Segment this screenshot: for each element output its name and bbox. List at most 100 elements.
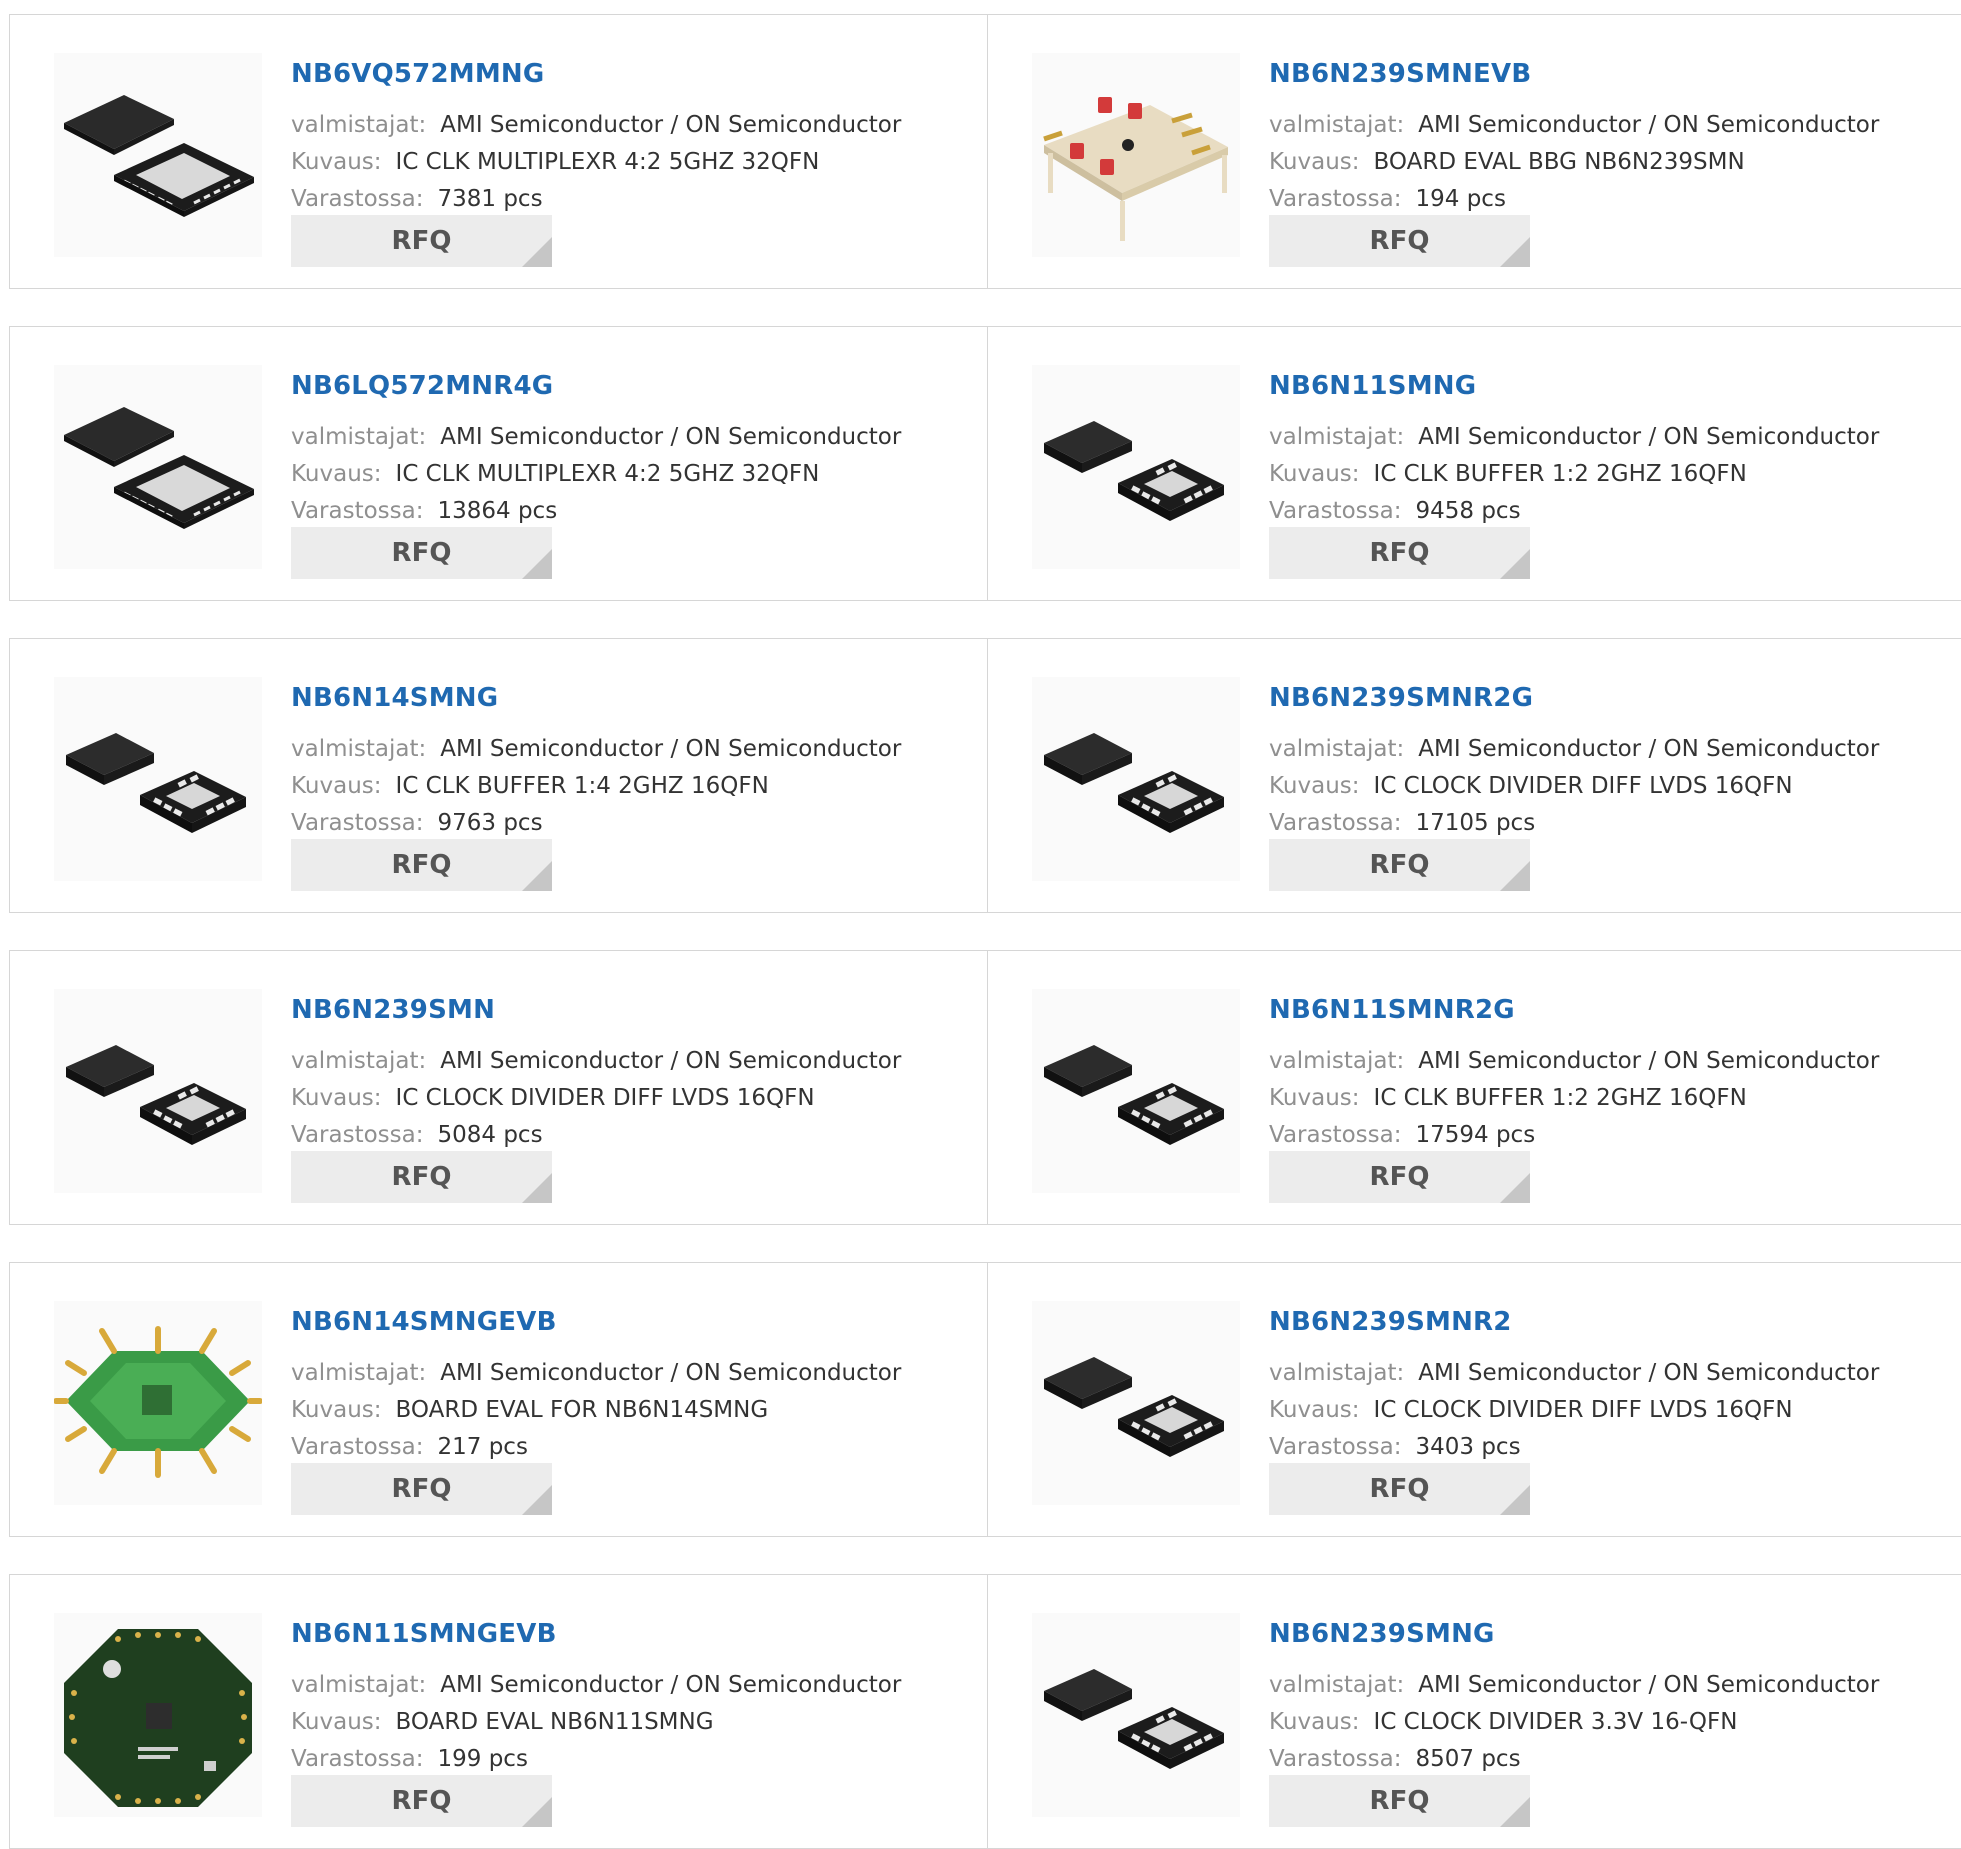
description-row: Kuvaus: IC CLOCK DIVIDER 3.3V 16-QFN <box>1269 1708 1737 1736</box>
manufacturer-label: valmistajat: <box>291 1672 427 1698</box>
part-number-link[interactable]: NB6N239SMNR2G <box>1269 683 1533 713</box>
description-row: Kuvaus: IC CLK BUFFER 1:2 2GHZ 16QFN <box>1269 1084 1747 1112</box>
description-label: Kuvaus: <box>1269 773 1360 799</box>
part-number-link[interactable]: NB6LQ572MNR4G <box>291 371 553 401</box>
manufacturer-row: valmistajat: AMI Semiconductor / ON Semic… <box>1269 111 1879 139</box>
product-card: NB6N239SMNR2 valmistajat: AMI Semiconduct… <box>987 1262 1961 1537</box>
product-image[interactable] <box>54 677 262 881</box>
stock-label: Varastossa: <box>1269 1122 1402 1148</box>
stock-value: 5084 pcs <box>437 1122 543 1148</box>
corner-triangle-icon <box>522 1485 552 1515</box>
corner-triangle-icon <box>522 1173 552 1203</box>
rfq-button[interactable]: RFQ <box>1269 839 1530 891</box>
manufacturer-label: valmistajat: <box>291 424 427 450</box>
stock-value: 9763 pcs <box>437 810 543 836</box>
description-value: IC CLK BUFFER 1:2 2GHZ 16QFN <box>1373 1085 1747 1111</box>
part-number-link[interactable]: NB6N239SMNR2 <box>1269 1307 1512 1337</box>
eval-board-square-icon <box>1032 53 1240 257</box>
part-number-link[interactable]: NB6N11SMNGEVB <box>291 1619 557 1649</box>
rfq-label: RFQ <box>1369 226 1430 256</box>
rfq-button[interactable]: RFQ <box>1269 1151 1530 1203</box>
rfq-button[interactable]: RFQ <box>291 1463 552 1515</box>
product-image[interactable] <box>54 1301 262 1505</box>
product-image[interactable] <box>54 365 262 569</box>
description-label: Kuvaus: <box>1269 461 1360 487</box>
description-row: Kuvaus: IC CLOCK DIVIDER DIFF LVDS 16QFN <box>291 1084 815 1112</box>
description-value: IC CLK MULTIPLEXR 4:2 5GHZ 32QFN <box>395 149 820 175</box>
product-card: NB6N14SMNG valmistajat: AMI Semiconductor… <box>9 638 988 913</box>
part-number-link[interactable]: NB6N239SMNEVB <box>1269 59 1531 89</box>
stock-value: 199 pcs <box>437 1746 528 1772</box>
part-number-link[interactable]: NB6N14SMNG <box>291 683 498 713</box>
manufacturer-label: valmistajat: <box>1269 112 1405 138</box>
description-value: IC CLOCK DIVIDER DIFF LVDS 16QFN <box>1373 773 1793 799</box>
part-number-link[interactable]: NB6VQ572MMNG <box>291 59 544 89</box>
stock-row: Varastossa: 17105 pcs <box>1269 809 1535 837</box>
manufacturer-value: AMI Semiconductor / ON Semiconductor <box>440 112 902 138</box>
rfq-button[interactable]: RFQ <box>291 215 552 267</box>
rfq-button[interactable]: RFQ <box>291 839 552 891</box>
rfq-button[interactable]: RFQ <box>291 1151 552 1203</box>
manufacturer-value: AMI Semiconductor / ON Semiconductor <box>1418 1672 1880 1698</box>
stock-label: Varastossa: <box>291 1746 424 1772</box>
corner-triangle-icon <box>1500 1797 1530 1827</box>
rfq-button[interactable]: RFQ <box>291 527 552 579</box>
rfq-button[interactable]: RFQ <box>291 1775 552 1827</box>
description-label: Kuvaus: <box>291 773 382 799</box>
part-number-link[interactable]: NB6N239SMN <box>291 995 495 1025</box>
stock-value: 8507 pcs <box>1415 1746 1521 1772</box>
eval-board-octagon-icon <box>54 1301 262 1505</box>
manufacturer-label: valmistajat: <box>291 736 427 762</box>
manufacturer-value: AMI Semiconductor / ON Semiconductor <box>440 1048 902 1074</box>
description-label: Kuvaus: <box>291 1085 382 1111</box>
description-value: IC CLK BUFFER 1:4 2GHZ 16QFN <box>395 773 769 799</box>
product-image[interactable] <box>1032 53 1240 257</box>
product-card: NB6N11SMNGEVB valmistajat: AMI Semiconduc… <box>9 1574 988 1849</box>
qfn16-chip-icon <box>54 989 262 1193</box>
description-value: IC CLK BUFFER 1:2 2GHZ 16QFN <box>1373 461 1747 487</box>
rfq-button[interactable]: RFQ <box>1269 215 1530 267</box>
description-label: Kuvaus: <box>1269 1397 1360 1423</box>
part-number-link[interactable]: NB6N11SMNG <box>1269 371 1476 401</box>
rfq-label: RFQ <box>391 850 452 880</box>
rfq-label: RFQ <box>391 1474 452 1504</box>
rfq-label: RFQ <box>391 226 452 256</box>
stock-row: Varastossa: 199 pcs <box>291 1745 528 1773</box>
stock-row: Varastossa: 17594 pcs <box>1269 1121 1535 1149</box>
manufacturer-label: valmistajat: <box>1269 736 1405 762</box>
manufacturer-row: valmistajat: AMI Semiconductor / ON Semic… <box>291 1359 901 1387</box>
product-image[interactable] <box>1032 989 1240 1193</box>
product-image[interactable] <box>54 989 262 1193</box>
manufacturer-value: AMI Semiconductor / ON Semiconductor <box>1418 1360 1880 1386</box>
product-image[interactable] <box>1032 365 1240 569</box>
description-row: Kuvaus: BOARD EVAL BBG NB6N239SMN <box>1269 148 1745 176</box>
part-number-link[interactable]: NB6N14SMNGEVB <box>291 1307 557 1337</box>
rfq-button[interactable]: RFQ <box>1269 1775 1530 1827</box>
description-row: Kuvaus: BOARD EVAL FOR NB6N14SMNG <box>291 1396 768 1424</box>
product-image[interactable] <box>1032 1613 1240 1817</box>
product-card: NB6LQ572MNR4G valmistajat: AMI Semiconduc… <box>9 326 988 601</box>
qfn16-chip-icon <box>1032 365 1240 569</box>
stock-row: Varastossa: 13864 pcs <box>291 497 557 525</box>
description-value: BOARD EVAL BBG NB6N239SMN <box>1373 149 1745 175</box>
corner-triangle-icon <box>522 549 552 579</box>
stock-value: 3403 pcs <box>1415 1434 1521 1460</box>
rfq-button[interactable]: RFQ <box>1269 527 1530 579</box>
qfn16-chip-icon <box>1032 1613 1240 1817</box>
description-value: IC CLOCK DIVIDER 3.3V 16-QFN <box>1373 1709 1738 1735</box>
manufacturer-row: valmistajat: AMI Semiconductor / ON Semic… <box>291 423 901 451</box>
product-image[interactable] <box>1032 677 1240 881</box>
manufacturer-label: valmistajat: <box>291 112 427 138</box>
part-number-link[interactable]: NB6N11SMNR2G <box>1269 995 1515 1025</box>
stock-label: Varastossa: <box>291 186 424 212</box>
product-image[interactable] <box>54 1613 262 1817</box>
part-number-link[interactable]: NB6N239SMNG <box>1269 1619 1495 1649</box>
stock-value: 17594 pcs <box>1415 1122 1536 1148</box>
product-image[interactable] <box>1032 1301 1240 1505</box>
product-image[interactable] <box>54 53 262 257</box>
manufacturer-label: valmistajat: <box>1269 1672 1405 1698</box>
rfq-button[interactable]: RFQ <box>1269 1463 1530 1515</box>
description-value: BOARD EVAL FOR NB6N14SMNG <box>395 1397 769 1423</box>
qfn32-chip-icon <box>54 53 262 257</box>
description-value: IC CLK MULTIPLEXR 4:2 5GHZ 32QFN <box>395 461 820 487</box>
